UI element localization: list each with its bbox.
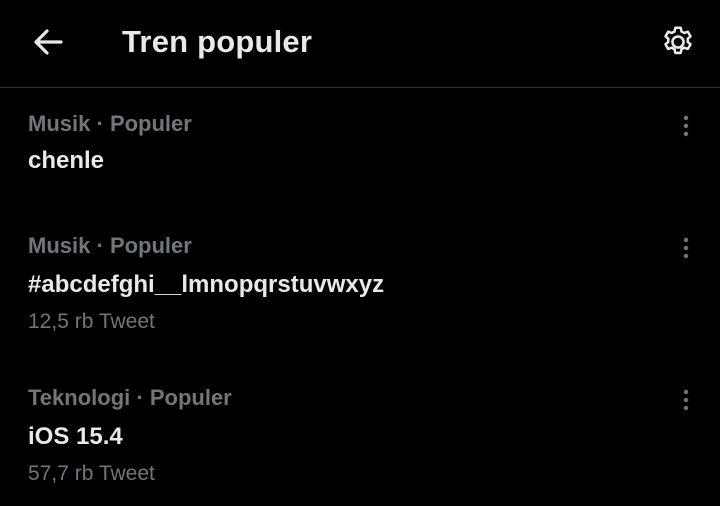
more-vertical-icon bbox=[683, 389, 689, 411]
trend-item[interactable]: Musik · Populer chenle bbox=[0, 108, 720, 218]
trend-separator: · bbox=[96, 111, 104, 136]
trend-separator: · bbox=[96, 233, 104, 258]
more-options-button[interactable] bbox=[670, 384, 702, 416]
trend-name: chenle bbox=[28, 147, 105, 174]
trend-name: #abcdefghi__lmnopqrstuvwxyz bbox=[28, 271, 385, 298]
trend-status: Populer bbox=[109, 233, 192, 258]
trend-category: Teknologi bbox=[28, 385, 131, 410]
trend-status: Populer bbox=[149, 385, 232, 410]
trend-category: Musik bbox=[28, 111, 91, 136]
page-title: Tren populer bbox=[122, 24, 313, 59]
trend-status: Populer bbox=[109, 111, 192, 136]
top-app-bar: Tren populer bbox=[0, 0, 720, 88]
trend-context: Musik · Populer bbox=[28, 232, 192, 260]
tweet-count: 12,5 rb Tweet bbox=[28, 310, 155, 333]
arrow-left-icon bbox=[34, 29, 63, 55]
more-options-button[interactable] bbox=[670, 232, 702, 264]
trend-name: iOS 15.4 bbox=[28, 423, 123, 450]
settings-button[interactable] bbox=[654, 18, 702, 66]
trend-context: Teknologi · Populer bbox=[28, 384, 232, 412]
trend-separator: · bbox=[136, 385, 144, 410]
more-options-button[interactable] bbox=[670, 110, 702, 142]
more-vertical-icon bbox=[683, 237, 689, 259]
trend-item[interactable]: Musik · Populer #abcdefghi__lmnopqrstuvw… bbox=[0, 232, 720, 352]
more-vertical-icon bbox=[683, 115, 689, 137]
trend-context: Musik · Populer bbox=[28, 110, 192, 138]
tweet-count: 57,7 rb Tweet bbox=[28, 462, 155, 485]
back-button[interactable] bbox=[24, 20, 72, 64]
trend-item[interactable]: Teknologi · Populer iOS 15.4 57,7 rb Twe… bbox=[0, 384, 720, 504]
trend-category: Musik bbox=[28, 233, 91, 258]
gear-icon bbox=[664, 26, 692, 55]
